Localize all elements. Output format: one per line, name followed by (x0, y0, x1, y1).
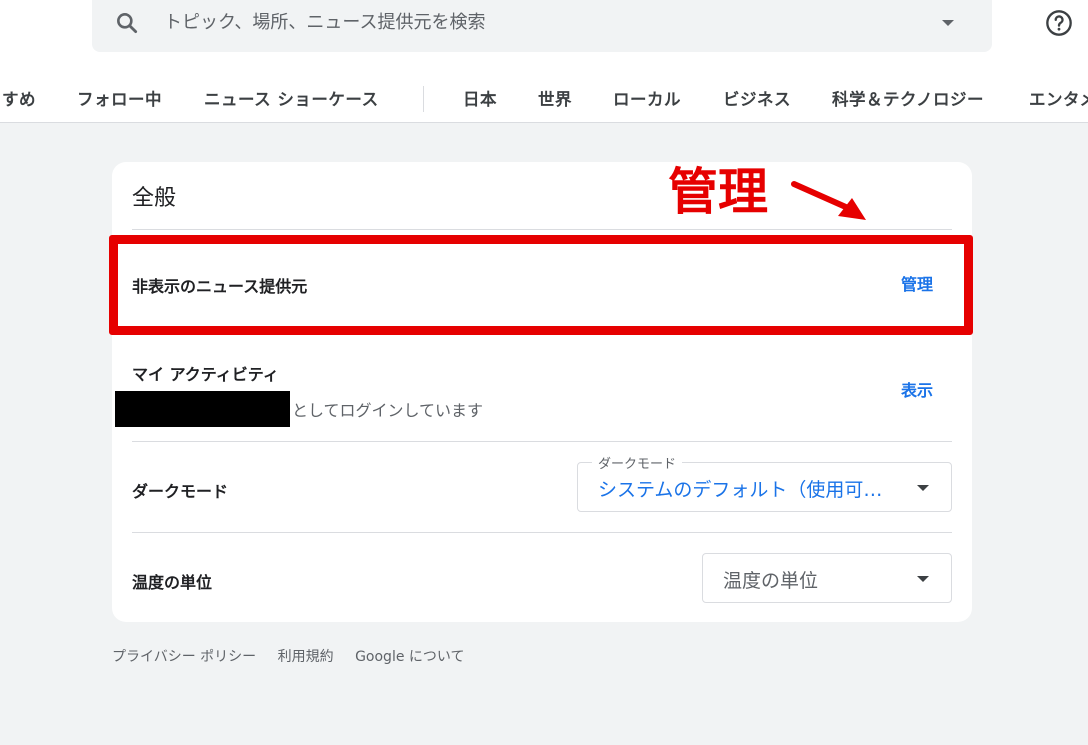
redacted-account-block (115, 391, 290, 427)
temperature-unit-label: 温度の単位 (132, 573, 213, 592)
chevron-down-icon (917, 576, 929, 582)
help-icon[interactable] (1045, 9, 1073, 37)
annotation-arrow-icon (791, 181, 866, 220)
search-icon[interactable] (114, 10, 140, 36)
login-status-text: としてログインしています (292, 401, 484, 420)
privacy-policy-link[interactable]: プライバシー ポリシー (112, 649, 256, 665)
nav-item-news-showcase[interactable]: ニュース ショーケース (204, 86, 379, 110)
temperature-unit-value: 温度の単位 (723, 570, 819, 592)
nav-item-business[interactable]: ビジネス (723, 86, 791, 110)
nav-item-following[interactable]: フォロー中 (77, 86, 162, 110)
temperature-unit-select[interactable]: 温度の単位 (702, 553, 952, 603)
search-box[interactable] (92, 0, 992, 52)
page-title: 全般 (132, 186, 177, 211)
dark-mode-field-label: ダークモード (592, 453, 683, 472)
annotation-label: 管理 (668, 163, 768, 221)
nav-item-local[interactable]: ローカル (613, 86, 681, 110)
footer: プライバシー ポリシー 利用規約 Google について (112, 646, 481, 666)
nav-item-recommended[interactable]: すめ (2, 86, 36, 110)
about-google-link[interactable]: Google について (355, 649, 464, 665)
divider (132, 441, 952, 442)
divider (132, 532, 952, 533)
top-bar: すめ フォロー中 ニュース ショーケース 日本 世界 ローカル ビジネス 科学＆… (0, 0, 1088, 123)
terms-link[interactable]: 利用規約 (278, 649, 334, 665)
annotation-highlight-box (109, 235, 973, 335)
dark-mode-value: システムのデフォルト（使用可… (598, 479, 883, 501)
settings-card: 全般 非表示のニュース提供元 管理 マイ アクティビティ としてログインしていま… (112, 162, 972, 622)
nav-item-japan[interactable]: 日本 (463, 86, 497, 110)
nav-item-entertainment[interactable]: エンタメ (1029, 86, 1088, 110)
dark-mode-label: ダークモード (132, 482, 229, 501)
search-dropdown-caret-icon[interactable] (942, 20, 954, 26)
dark-mode-select[interactable]: ダークモード システムのデフォルト（使用可… (577, 453, 952, 512)
my-activity-label: マイ アクティビティ (132, 365, 279, 384)
nav-item-world[interactable]: 世界 (538, 86, 572, 110)
view-my-activity-link[interactable]: 表示 (901, 377, 933, 401)
chevron-down-icon (917, 485, 929, 491)
nav-item-science-tech[interactable]: 科学＆テクノロジー (832, 86, 984, 110)
nav-divider (423, 86, 424, 112)
divider (132, 229, 952, 230)
search-input[interactable] (164, 10, 924, 34)
